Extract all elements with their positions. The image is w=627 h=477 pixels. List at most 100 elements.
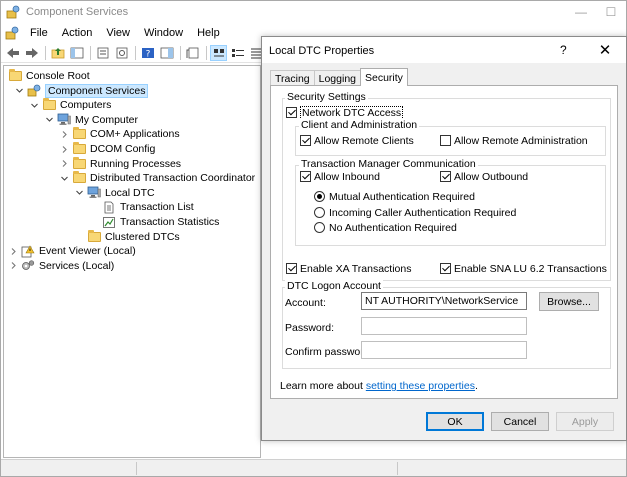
title-bar[interactable]: Component Services — ☐ (1, 1, 626, 23)
tree-item[interactable]: Clustered DTCs (74, 229, 180, 244)
system-menu-icon[interactable] (5, 26, 19, 40)
chevron-right-icon[interactable] (8, 261, 18, 271)
enable-sna-transactions-checkbox[interactable]: Enable SNA LU 6.2 Transactions (440, 262, 607, 275)
menu-view[interactable]: View (99, 27, 137, 39)
radio-circle[interactable] (314, 222, 325, 233)
ok-button[interactable]: OK (426, 412, 484, 431)
export-list-icon[interactable] (113, 45, 130, 61)
client-administration-title: Client and Administration (299, 119, 420, 131)
checkbox-box[interactable] (440, 135, 451, 146)
chevron-right-icon[interactable] (59, 159, 69, 169)
allow-outbound-checkbox[interactable]: Allow Outbound (440, 170, 528, 183)
show-action-pane-icon[interactable] (158, 45, 175, 61)
menu-file[interactable]: File (23, 27, 55, 39)
chevron-right-icon[interactable] (59, 144, 69, 154)
help-button[interactable]: ? (560, 43, 567, 57)
browse-button[interactable]: Browse... (539, 292, 599, 311)
help-icon[interactable]: ? (139, 45, 156, 61)
tree-item-label: Console Root (26, 70, 90, 82)
tree-item[interactable]: Running Processes (59, 156, 181, 171)
account-label: Account: (285, 297, 326, 309)
setting-these-properties-link[interactable]: setting these properties (366, 380, 475, 392)
checkbox-box[interactable] (286, 263, 297, 274)
dialog-title: Local DTC Properties (269, 45, 375, 57)
mutual-authentication-label: Mutual Authentication Required (329, 190, 475, 203)
tree-item[interactable]: Distributed Transaction Coordinator (59, 171, 255, 185)
chevron-down-icon[interactable] (44, 115, 54, 125)
toolbar-separator (180, 45, 181, 60)
account-field[interactable]: NT AUTHORITY\NetworkService (361, 292, 527, 310)
radio-circle[interactable] (314, 191, 325, 202)
chevron-down-icon[interactable] (74, 188, 84, 198)
console-tree[interactable]: Console Root Component Services Computers M… (3, 65, 261, 458)
statistics-icon (102, 216, 116, 229)
tab-security[interactable]: Security (360, 68, 408, 86)
toolbar-separator (45, 45, 46, 60)
minimize-button[interactable]: — (566, 1, 596, 23)
dtc-logon-account-title: DTC Logon Account (285, 280, 383, 292)
tree-item[interactable]: Component Services (14, 83, 149, 98)
chevron-right-icon[interactable] (59, 129, 69, 139)
checkbox-box[interactable] (440, 263, 451, 274)
status-bar (1, 459, 626, 476)
chevron-down-icon[interactable] (59, 173, 69, 183)
show-tree-icon[interactable] (68, 45, 85, 61)
tab-logging[interactable]: Logging (313, 70, 361, 86)
learn-more-suffix: . (474, 380, 478, 392)
chevron-down-icon[interactable] (29, 100, 39, 110)
up-folder-icon[interactable] (49, 45, 66, 61)
allow-inbound-label: Allow Inbound (314, 170, 380, 183)
menu-help[interactable]: Help (190, 27, 227, 39)
component-services-icon (27, 84, 41, 97)
allow-remote-clients-checkbox[interactable]: Allow Remote Clients (300, 134, 414, 147)
large-icons-view-icon[interactable] (210, 44, 227, 61)
tree-item[interactable]: Transaction Statistics (89, 215, 219, 229)
allow-remote-administration-checkbox[interactable]: Allow Remote Administration (440, 134, 588, 147)
maximize-button[interactable]: ☐ (596, 1, 626, 23)
folder-icon (72, 127, 86, 141)
network-dtc-access-checkbox[interactable]: Network DTC Access (286, 105, 404, 120)
tree-item[interactable]: Local DTC (74, 186, 155, 200)
tree-item[interactable]: Computers (29, 98, 111, 112)
chevron-down-icon[interactable] (14, 86, 24, 96)
new-window-icon[interactable] (184, 45, 201, 61)
tree-item-label: Local DTC (105, 186, 155, 199)
tab-tracing[interactable]: Tracing (270, 70, 315, 86)
menu-window[interactable]: Window (137, 27, 190, 39)
tree-item[interactable]: My Computer (44, 113, 138, 127)
no-authentication-radio[interactable]: No Authentication Required (314, 221, 457, 234)
checkbox-box[interactable] (440, 171, 451, 182)
folder-icon (42, 98, 56, 112)
toolbar-separator (206, 45, 207, 60)
radio-circle[interactable] (314, 207, 325, 218)
folder-icon (8, 69, 22, 83)
tree-item[interactable]: Transaction List (89, 200, 194, 214)
password-field[interactable] (361, 317, 527, 335)
apply-button[interactable]: Apply (556, 412, 614, 431)
confirm-password-field[interactable] (361, 341, 527, 359)
tree-item-label: Transaction Statistics (120, 216, 220, 228)
incoming-caller-authentication-radio[interactable]: Incoming Caller Authentication Required (314, 206, 516, 219)
folder-icon (72, 156, 86, 170)
allow-inbound-checkbox[interactable]: Allow Inbound (300, 170, 380, 183)
tree-item[interactable]: DCOM Config (59, 142, 155, 156)
chevron-right-icon[interactable] (8, 246, 18, 256)
tree-item[interactable]: Console Root (8, 69, 90, 83)
forward-arrow-icon[interactable] (23, 45, 40, 61)
enable-xa-transactions-checkbox[interactable]: Enable XA Transactions (286, 262, 412, 275)
checkbox-box[interactable] (286, 107, 297, 118)
cancel-button[interactable]: Cancel (491, 412, 549, 431)
dialog-close-button[interactable]: ✕ (594, 40, 616, 60)
menu-action[interactable]: Action (55, 27, 100, 39)
tree-item[interactable]: Services (Local) (8, 259, 114, 273)
back-arrow-icon[interactable] (4, 45, 21, 61)
properties-page-icon[interactable] (94, 45, 111, 61)
small-icons-view-icon[interactable] (229, 45, 246, 61)
checkbox-box[interactable] (300, 135, 311, 146)
dialog-title-bar[interactable]: Local DTC Properties ? ✕ (262, 37, 626, 63)
tree-item[interactable]: Event Viewer (Local) (8, 244, 136, 258)
learn-more-prefix: Learn more about (280, 380, 366, 392)
checkbox-box[interactable] (300, 171, 311, 182)
tree-item[interactable]: COM+ Applications (59, 127, 180, 141)
mutual-authentication-radio[interactable]: Mutual Authentication Required (314, 190, 475, 203)
